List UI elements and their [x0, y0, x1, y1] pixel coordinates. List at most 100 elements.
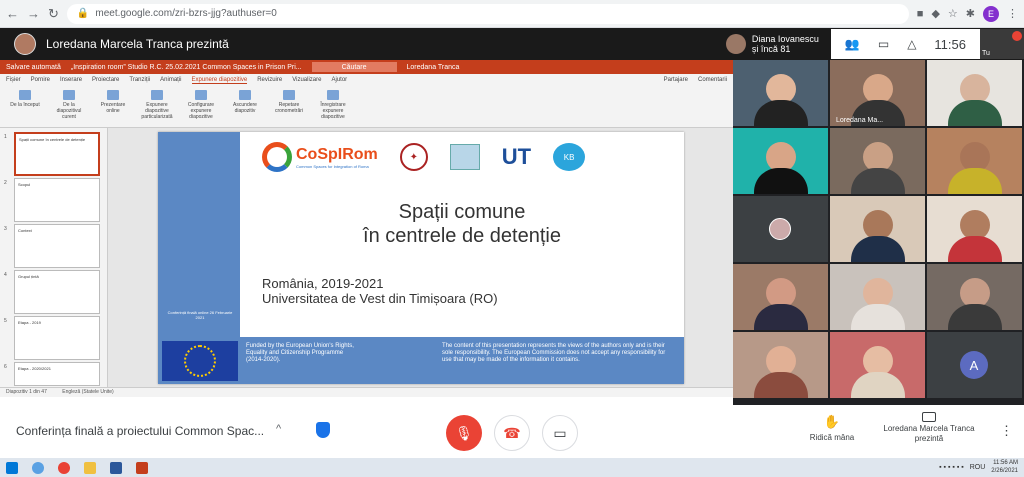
- slide-thumbnail[interactable]: Etapa - 2019: [14, 316, 100, 360]
- slide-thumbnail[interactable]: Grupul țintă: [14, 270, 100, 314]
- participant-tile[interactable]: [733, 196, 828, 262]
- ribbon-button[interactable]: Expunere diapozitive particularizată: [140, 90, 174, 123]
- ribbon-button[interactable]: Repetare cronometrări: [272, 90, 306, 123]
- cospirom-ring-icon: [262, 142, 292, 172]
- meeting-name[interactable]: Conferința finală a proiectului Common S…: [16, 424, 264, 438]
- ppt-menu-item[interactable]: Revizuire: [257, 77, 282, 83]
- puzzle-icon[interactable]: ✱: [966, 7, 975, 20]
- recording-badge: [1012, 31, 1022, 41]
- participant-tile[interactable]: A: [927, 332, 1022, 398]
- camera-button[interactable]: ▭: [542, 415, 578, 451]
- file-explorer-icon[interactable]: [84, 461, 96, 474]
- people-icon[interactable]: 👥: [845, 37, 860, 51]
- ribbon-button[interactable]: Ascundere diapozitiv: [228, 90, 262, 123]
- settings-icon: [195, 90, 207, 100]
- ribbon-button[interactable]: Prezentare online: [96, 90, 130, 123]
- language-indicator[interactable]: ROU: [970, 464, 986, 471]
- forward-icon[interactable]: →: [27, 6, 40, 22]
- self-label: Tu: [982, 50, 990, 57]
- ppt-titlebar: Salvare automată „Inspiration room” Stud…: [0, 60, 733, 74]
- ppt-autosave[interactable]: Salvare automată: [6, 64, 61, 71]
- ppt-search[interactable]: Căutare: [311, 62, 397, 72]
- eu-flag-icon: [162, 341, 238, 381]
- ppt-menu-item[interactable]: Proiectare: [92, 77, 119, 83]
- star-icon[interactable]: ☆: [948, 7, 958, 20]
- raise-hand-button[interactable]: ✋ Ridică mâna: [800, 414, 864, 442]
- ppt-menu-item[interactable]: Animații: [160, 77, 181, 83]
- slide-thumbnail[interactable]: Etapa - 2020/2021: [14, 362, 100, 386]
- more-options-icon[interactable]: ⋮: [1000, 423, 1013, 439]
- ppt-menu-item[interactable]: Pornire: [31, 77, 50, 83]
- extension-icon[interactable]: ◆: [931, 7, 939, 20]
- slide-thumbnail[interactable]: Scopul: [14, 178, 100, 222]
- clock-time: 11:56 AM: [993, 460, 1018, 466]
- participant-tile[interactable]: [927, 196, 1022, 262]
- participant-tile[interactable]: [733, 264, 828, 330]
- address-bar[interactable]: 🔒 meet.google.com/zri-bzrs-jjg?authuser=…: [66, 3, 909, 24]
- windows-start-icon[interactable]: [6, 461, 18, 474]
- eu-stars: [184, 345, 216, 377]
- shield-icon[interactable]: [316, 422, 330, 438]
- system-clock[interactable]: 11:56 AM 2/26/2021: [991, 459, 1018, 475]
- slide-thumbnail[interactable]: Context: [14, 224, 100, 268]
- ppt-statusbar: Diapozitiv 1 din 47 Engleză (Statele Uni…: [0, 387, 733, 397]
- ppt-menu-item[interactable]: Fișier: [6, 77, 21, 83]
- thumb-number: 6: [4, 364, 7, 370]
- chevron-up-icon[interactable]: ^: [276, 423, 281, 435]
- participant-tile[interactable]: [927, 60, 1022, 126]
- word-icon[interactable]: [110, 461, 122, 474]
- participant-tile-featured[interactable]: Loredana Ma...: [830, 60, 925, 126]
- ppt-menu-item[interactable]: Inserare: [60, 77, 82, 83]
- ribbon-button[interactable]: De la diapozitivul curent: [52, 90, 86, 123]
- back-icon[interactable]: ←: [6, 6, 19, 22]
- ppt-menu-item[interactable]: Tranziții: [129, 77, 150, 83]
- edge-icon[interactable]: [32, 461, 44, 474]
- online-icon: [107, 90, 119, 100]
- ppt-menu-item[interactable]: Ajutor: [331, 77, 347, 83]
- tray-icons[interactable]: ▪ ▪ ▪ ▪ ▪ ▪: [939, 464, 964, 471]
- participant-chip[interactable]: Diana Iovanescu și încă 81: [725, 34, 819, 54]
- participant-tile[interactable]: [733, 60, 828, 126]
- custom-show-icon: [151, 90, 163, 100]
- ppt-doc-title: „Inspiration room” Studio R.C. 25.02.202…: [70, 63, 302, 71]
- powerpoint-icon[interactable]: [136, 461, 148, 474]
- self-view[interactable]: Tu: [980, 29, 1024, 59]
- participant-tile[interactable]: [927, 264, 1022, 330]
- participant-tile[interactable]: [830, 128, 925, 194]
- windows-taskbar: ▪ ▪ ▪ ▪ ▪ ▪ ROU 11:56 AM 2/26/2021: [0, 458, 1024, 477]
- slideshow-icon: [63, 90, 75, 100]
- end-call-button[interactable]: ☎: [494, 415, 530, 451]
- ppt-menu-item-active[interactable]: Expunere diapozitive: [191, 77, 248, 84]
- slide-thumbnail[interactable]: Spații comune în centrele de detenție: [14, 132, 100, 176]
- mic-off-button[interactable]: 🎙: [446, 415, 482, 451]
- slide-info: România, 2019-2021 Universitatea de Vest…: [262, 276, 498, 306]
- participant-tile[interactable]: [830, 332, 925, 398]
- ribbon-button[interactable]: Configurare expunere diapozitive: [184, 90, 218, 123]
- ppt-comments-button[interactable]: Comentarii: [698, 77, 727, 83]
- ppt-menu-item[interactable]: Vizualizare: [292, 77, 321, 83]
- participant-tile[interactable]: [733, 128, 828, 194]
- participant-tile[interactable]: [830, 264, 925, 330]
- cospirom-logo-sub: Common Spaces for Integration of Roma: [296, 163, 369, 169]
- chrome-icon[interactable]: [58, 461, 70, 474]
- reload-icon[interactable]: ↻: [48, 6, 59, 22]
- activities-icon[interactable]: △: [907, 37, 916, 51]
- ppt-share-button[interactable]: Partajare: [664, 77, 688, 83]
- ribbon-button[interactable]: De la început: [8, 90, 42, 123]
- participant-tile[interactable]: [927, 128, 1022, 194]
- participant-tile[interactable]: [733, 332, 828, 398]
- kb-logo: KB: [553, 143, 586, 171]
- meet-header-right: Diana Iovanescu și încă 81 👥 ▭ △ 11:56 T…: [725, 28, 1024, 60]
- thumb-text: Etapa - 2019: [18, 320, 41, 325]
- profile-avatar[interactable]: E: [983, 5, 999, 22]
- participant-body: [753, 304, 808, 330]
- camera-icon[interactable]: ■: [917, 8, 924, 20]
- menu-icon[interactable]: ⋮: [1007, 7, 1018, 20]
- ribbon-button[interactable]: Înregistrare expunere diapozitive: [316, 90, 350, 123]
- chat-icon[interactable]: ▭: [878, 37, 889, 51]
- system-tray: ▪ ▪ ▪ ▪ ▪ ▪ ROU 11:56 AM 2/26/2021: [939, 459, 1018, 475]
- participant-name: Loredana Ma...: [836, 117, 884, 124]
- presenting-button[interactable]: Loredana Marcela Tranca prezintă: [874, 412, 984, 444]
- disclaimer-text: The content of this presentation represe…: [442, 343, 666, 363]
- participant-tile[interactable]: [830, 196, 925, 262]
